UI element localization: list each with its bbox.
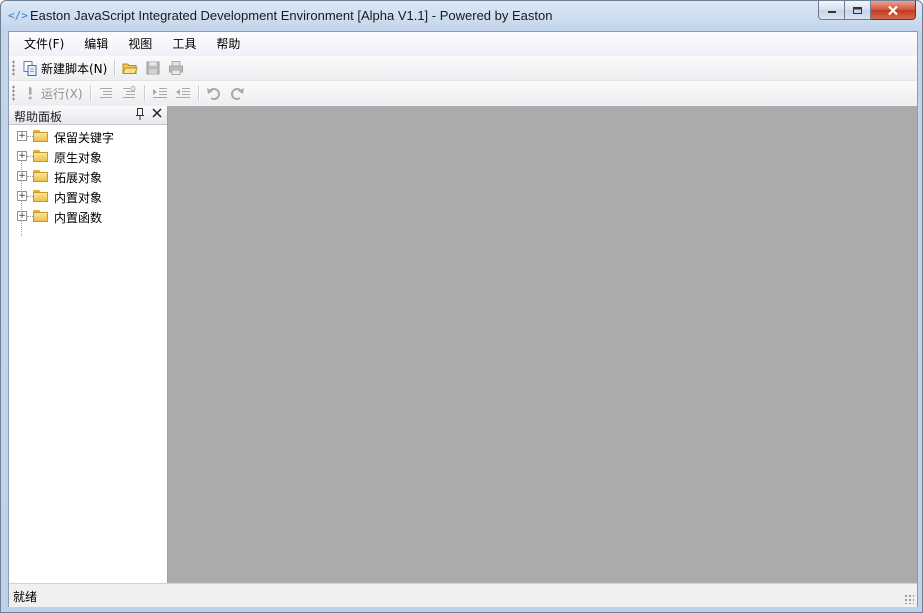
- new-document-icon: [22, 60, 38, 76]
- expand-plus-icon[interactable]: +: [17, 131, 27, 141]
- redo-icon: [229, 85, 245, 101]
- title-bar[interactable]: </> Easton JavaScript Integrated Develop…: [1, 1, 922, 31]
- script-toolbar: 运行(X): [9, 81, 917, 105]
- help-panel-header: 帮助面板: [9, 106, 167, 125]
- tree-node[interactable]: + 保留关键字: [9, 126, 167, 146]
- minimize-button[interactable]: [818, 1, 845, 20]
- expand-plus-icon[interactable]: +: [17, 211, 27, 221]
- folder-icon: [33, 130, 49, 142]
- run-label: 运行(X): [41, 86, 83, 101]
- exclamation-icon: [22, 85, 38, 101]
- expand-plus-icon[interactable]: +: [17, 171, 27, 181]
- outdent-icon: [175, 85, 191, 101]
- tree-node[interactable]: + 原生对象: [9, 146, 167, 166]
- toolbar-separator: [143, 85, 146, 101]
- close-panel-icon[interactable]: [151, 105, 163, 125]
- toolbar-separator: [197, 85, 200, 101]
- standard-toolbar: 新建脚本(N): [9, 56, 917, 81]
- indent-button[interactable]: [149, 83, 171, 103]
- status-text: 就绪: [13, 590, 38, 604]
- comment-lines-icon: [98, 85, 114, 101]
- window-title: Easton JavaScript Integrated Development…: [30, 8, 553, 23]
- open-folder-icon: [122, 60, 139, 76]
- printer-icon: [168, 60, 184, 76]
- close-window-button[interactable]: [871, 1, 916, 20]
- menu-edit[interactable]: 编辑: [74, 33, 118, 55]
- menu-file[interactable]: 文件(F): [14, 33, 74, 55]
- tree-node[interactable]: + 内置函数: [9, 206, 167, 226]
- toolbar-separator: [89, 85, 92, 101]
- code-brackets-icon: </>: [8, 9, 28, 22]
- toolbar-grip[interactable]: [12, 85, 15, 101]
- folder-icon: [33, 210, 49, 222]
- tree-node-label: 内置函数: [54, 211, 103, 225]
- folder-icon: [33, 170, 49, 182]
- save-button[interactable]: [142, 58, 164, 78]
- window-controls: [818, 1, 916, 21]
- maximize-icon: [853, 6, 862, 14]
- mdi-workspace[interactable]: [168, 106, 917, 583]
- tree-node-label: 原生对象: [54, 151, 103, 165]
- maximize-button[interactable]: [845, 1, 871, 20]
- indent-icon: [152, 85, 168, 101]
- comment-button[interactable]: [95, 83, 117, 103]
- expand-plus-icon[interactable]: +: [17, 151, 27, 161]
- tree-node-label: 拓展对象: [54, 171, 103, 185]
- uncomment-lines-icon: [121, 85, 137, 101]
- folder-icon: [33, 190, 49, 202]
- undo-button[interactable]: [203, 83, 225, 103]
- open-button[interactable]: [119, 58, 141, 78]
- resize-grip-icon[interactable]: [904, 594, 914, 604]
- close-icon: [888, 5, 898, 15]
- help-tree: + 保留关键字 + 原生对象 + 拓展对象 + 内置对象 + 内置函数: [9, 126, 167, 236]
- pin-icon[interactable]: [135, 107, 145, 124]
- run-button[interactable]: 运行(X): [19, 83, 86, 103]
- toolbar-separator: [114, 60, 117, 76]
- redo-button[interactable]: [226, 83, 248, 103]
- new-script-label: 新建脚本(N): [41, 61, 108, 76]
- menu-view[interactable]: 视图: [118, 33, 162, 55]
- client-area: 文件(F) 编辑 视图 工具 帮助 新建脚本(N) 运行(X) 帮助面板 + 保…: [8, 31, 918, 607]
- save-disk-icon: [145, 60, 161, 76]
- menu-bar: 文件(F) 编辑 视图 工具 帮助: [9, 32, 917, 56]
- outdent-button[interactable]: [172, 83, 194, 103]
- app-window: </> Easton JavaScript Integrated Develop…: [0, 0, 923, 613]
- expand-plus-icon[interactable]: +: [17, 191, 27, 201]
- tree-node[interactable]: + 内置对象: [9, 186, 167, 206]
- print-button[interactable]: [165, 58, 187, 78]
- tree-node-label: 保留关键字: [54, 131, 115, 145]
- uncomment-button[interactable]: [118, 83, 140, 103]
- tree-node-label: 内置对象: [54, 191, 103, 205]
- toolbar-grip[interactable]: [12, 60, 15, 76]
- help-panel-title: 帮助面板: [14, 110, 63, 124]
- help-panel: 帮助面板 + 保留关键字 + 原生对象 + 拓展对象 + 内置对象 + 内置函数: [9, 106, 168, 583]
- undo-icon: [206, 85, 222, 101]
- new-script-button[interactable]: 新建脚本(N): [19, 58, 110, 78]
- menu-help[interactable]: 帮助: [206, 33, 250, 55]
- tree-node[interactable]: + 拓展对象: [9, 166, 167, 186]
- minimize-icon: [827, 11, 836, 13]
- menu-tools[interactable]: 工具: [162, 33, 206, 55]
- status-bar: 就绪: [9, 583, 917, 607]
- folder-icon: [33, 150, 49, 162]
